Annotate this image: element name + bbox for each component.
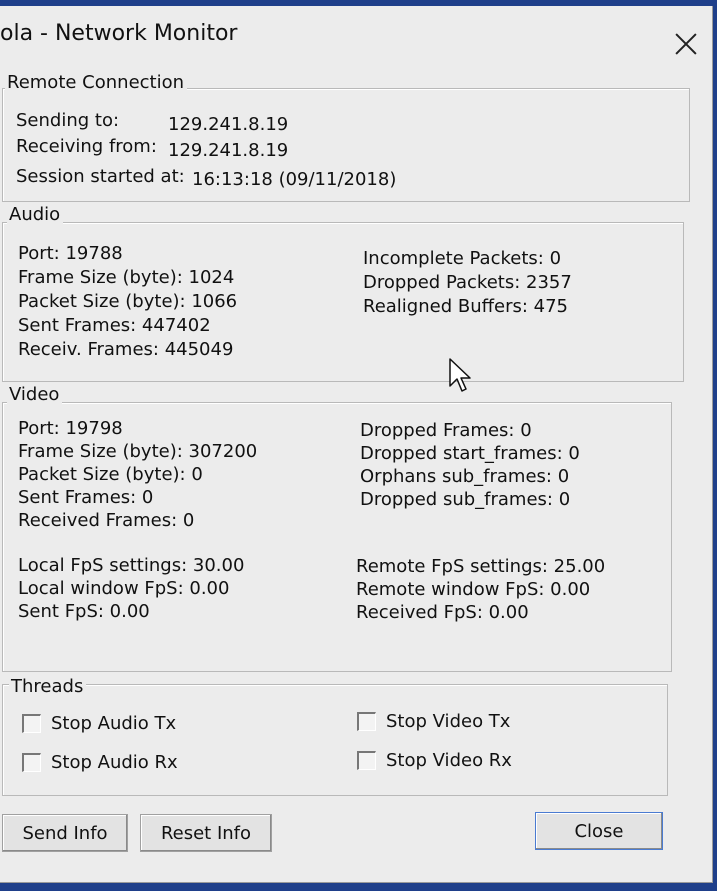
stop-video-rx-checkbox[interactable] <box>357 751 376 770</box>
video-orphans-sub-frames: Orphans sub_frames: 0 <box>360 466 570 487</box>
remote-connection-legend: Remote Connection <box>5 72 188 93</box>
threads-legend: Threads <box>9 676 87 697</box>
video-packet-size: Packet Size (byte): 0 <box>18 464 203 485</box>
video-received-frames: Received Frames: 0 <box>18 510 195 531</box>
remote-window-fps: Remote window FpS: 0.00 <box>356 579 591 600</box>
session-started-label: Session started at: <box>16 166 185 187</box>
threads-group <box>2 684 668 796</box>
video-sent-frames: Sent Frames: 0 <box>18 487 154 508</box>
sent-fps: Sent FpS: 0.00 <box>18 601 150 622</box>
network-monitor-dialog: ola - Network Monitor Remote Connection … <box>0 6 713 883</box>
audio-frame-size: Frame Size (byte): 1024 <box>18 267 235 288</box>
stop-video-tx-label[interactable]: Stop Video Tx <box>386 711 510 732</box>
received-fps: Received FpS: 0.00 <box>356 602 529 623</box>
title-bar[interactable]: ola - Network Monitor <box>0 6 712 66</box>
stop-video-rx-label[interactable]: Stop Video Rx <box>386 750 512 771</box>
audio-port: Port: 19788 <box>18 243 123 264</box>
stop-video-tx-checkbox[interactable] <box>357 712 376 731</box>
remote-fps-settings: Remote FpS settings: 25.00 <box>356 556 606 577</box>
mouse-cursor-icon <box>449 358 471 392</box>
audio-sent-frames: Sent Frames: 447402 <box>18 315 211 336</box>
video-dropped-sub-frames: Dropped sub_frames: 0 <box>360 489 571 510</box>
session-started-value: 16:13:18 (09/11/2018) <box>192 169 397 190</box>
send-info-button[interactable]: Send Info <box>2 814 128 852</box>
sending-to-label: Sending to: <box>16 110 120 131</box>
receiving-from-label: Receiving from: <box>16 136 157 157</box>
close-icon[interactable] <box>672 30 700 58</box>
audio-received-frames: Receiv. Frames: 445049 <box>18 339 234 360</box>
audio-realigned-buffers: Realigned Buffers: 475 <box>363 296 569 317</box>
local-window-fps: Local window FpS: 0.00 <box>18 578 230 599</box>
audio-packet-size: Packet Size (byte): 1066 <box>18 291 238 312</box>
video-legend: Video <box>7 384 63 405</box>
stop-audio-tx-label[interactable]: Stop Audio Tx <box>51 713 176 734</box>
stop-audio-rx-label[interactable]: Stop Audio Rx <box>51 752 178 773</box>
reset-info-button[interactable]: Reset Info <box>140 814 272 852</box>
audio-incomplete-packets: Incomplete Packets: 0 <box>363 248 562 269</box>
audio-legend: Audio <box>7 204 64 225</box>
video-frame-size: Frame Size (byte): 307200 <box>18 441 258 462</box>
local-fps-settings: Local FpS settings: 30.00 <box>18 555 245 576</box>
video-dropped-start-frames: Dropped start_frames: 0 <box>360 443 580 464</box>
video-dropped-frames: Dropped Frames: 0 <box>360 420 532 441</box>
video-port: Port: 19798 <box>18 418 123 439</box>
stop-audio-tx-checkbox[interactable] <box>22 714 41 733</box>
close-button[interactable]: Close <box>535 812 663 850</box>
stop-audio-rx-checkbox[interactable] <box>22 753 41 772</box>
receiving-from-value: 129.241.8.19 <box>168 140 289 161</box>
sending-to-value: 129.241.8.19 <box>168 114 289 135</box>
window-title: ola - Network Monitor <box>0 21 238 46</box>
audio-dropped-packets: Dropped Packets: 2357 <box>363 272 572 293</box>
